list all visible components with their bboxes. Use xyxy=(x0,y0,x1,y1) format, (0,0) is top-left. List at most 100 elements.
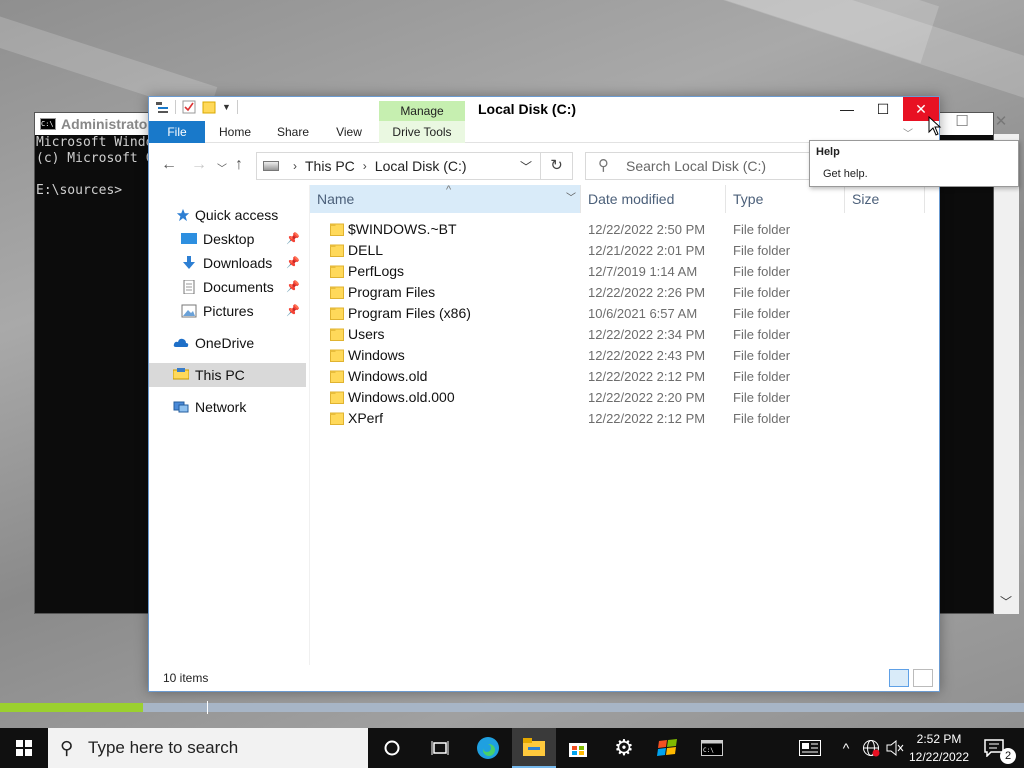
folder-icon xyxy=(330,391,344,404)
chevron-down-icon[interactable]: ﹀ xyxy=(566,185,576,213)
table-row[interactable]: Windows.old.000 12/22/2022 2:20 PM File fo… xyxy=(310,387,941,408)
pin-icon[interactable]: 📌 xyxy=(286,275,300,299)
new-folder-icon[interactable] xyxy=(202,100,216,114)
sidebar-item-downloads[interactable]: Downloads 📌 xyxy=(149,251,306,275)
cmd-scrollbar[interactable]: ﹀ xyxy=(994,134,1019,614)
chevron-up-icon: ^ xyxy=(842,740,850,756)
table-row[interactable]: PerfLogs 12/7/2019 1:14 AM File folder xyxy=(310,261,941,282)
refresh-button[interactable]: ↻ xyxy=(540,153,572,179)
pin-icon[interactable]: 📌 xyxy=(286,251,300,275)
volume-button[interactable] xyxy=(884,728,906,768)
task-view-button[interactable] xyxy=(418,728,462,768)
sidebar-item-this-pc[interactable]: This PC xyxy=(149,363,306,387)
back-button[interactable]: ← xyxy=(161,156,177,174)
taskbar-search-placeholder: Type here to search xyxy=(88,738,239,757)
sidebar-label: Pictures xyxy=(203,303,254,319)
expand-ribbon-icon[interactable]: ﹀ xyxy=(903,125,913,140)
file-name: Program Files xyxy=(348,284,436,300)
tab-file[interactable]: File xyxy=(149,121,205,143)
file-list[interactable]: ^ Name ﹀ Date modified Type Size $WINDOW… xyxy=(309,184,941,665)
sidebar-item-documents[interactable]: Documents 📌 xyxy=(149,275,306,299)
table-row[interactable]: XPerf 12/22/2022 2:12 PM File folder xyxy=(310,408,941,429)
pin-icon[interactable]: 📌 xyxy=(286,227,300,251)
tab-drive-tools[interactable]: Drive Tools xyxy=(379,121,465,143)
sidebar-item-desktop[interactable]: Desktop 📌 xyxy=(149,227,306,251)
breadcrumb-this-pc[interactable]: This PC xyxy=(305,158,355,174)
table-row[interactable]: Program Files (x86) 10/6/2021 6:57 AM File… xyxy=(310,303,941,324)
column-type[interactable]: Type xyxy=(726,185,845,213)
table-row[interactable]: $WINDOWS.~BT 12/22/2022 2:50 PM File folde… xyxy=(310,219,941,240)
desktop-icon xyxy=(181,233,197,244)
store-button[interactable] xyxy=(556,728,600,768)
task-view-icon xyxy=(431,741,449,755)
network-icon xyxy=(173,401,189,413)
properties-icon[interactable] xyxy=(155,100,169,114)
maximize-button[interactable]: ☐ xyxy=(865,97,901,121)
sidebar-label: Quick access xyxy=(195,207,279,223)
start-button[interactable] xyxy=(0,728,48,768)
file-name: Windows.old xyxy=(348,368,428,384)
up-button[interactable]: ↑ xyxy=(235,156,243,174)
settings-button[interactable]: ⚙ xyxy=(602,728,646,768)
table-row[interactable]: Windows.old 12/22/2022 2:12 PM File folder xyxy=(310,366,941,387)
file-name: Windows.old.000 xyxy=(348,389,455,405)
windows-setup-button[interactable] xyxy=(646,728,690,768)
minimize-button[interactable]: — xyxy=(829,97,865,121)
cortana-button[interactable] xyxy=(370,728,414,768)
table-row[interactable]: Program Files 12/22/2022 2:26 PM File fold… xyxy=(310,282,941,303)
edge-button[interactable] xyxy=(466,728,510,768)
taskbar-search-input[interactable]: ⚲ Type here to search xyxy=(48,728,368,768)
tab-manage[interactable]: Manage xyxy=(379,101,465,121)
folder-icon xyxy=(330,328,344,341)
column-name[interactable]: ^ Name ﹀ xyxy=(310,184,581,213)
sidebar-item-onedrive[interactable]: OneDrive xyxy=(149,331,306,355)
tab-view[interactable]: View xyxy=(329,121,369,143)
table-row[interactable]: Users 12/22/2022 2:34 PM File folder xyxy=(310,324,941,345)
pin-icon[interactable]: 📌 xyxy=(286,299,300,323)
show-hidden-icons-button[interactable]: ^ xyxy=(836,728,856,768)
sidebar-item-network[interactable]: Network xyxy=(149,395,306,419)
forward-button[interactable]: → xyxy=(191,156,207,174)
sidebar-item-quick-access[interactable]: Quick access xyxy=(149,203,306,227)
column-size[interactable]: Size xyxy=(845,185,925,213)
file-name: DELL xyxy=(348,242,384,258)
tab-home[interactable]: Home xyxy=(213,121,257,143)
folder-icon xyxy=(330,244,344,257)
chevron-down-icon[interactable]: ﹀ xyxy=(520,158,532,175)
setup-progress-bar xyxy=(0,701,1024,714)
breadcrumb-separator-icon[interactable]: › xyxy=(363,159,367,173)
column-date-modified[interactable]: Date modified xyxy=(581,185,726,213)
table-row[interactable]: DELL 12/21/2022 2:01 PM File folder xyxy=(310,240,941,261)
details-view-button[interactable] xyxy=(889,669,909,687)
terminal-icon: C:\ xyxy=(701,740,723,756)
large-icons-view-button[interactable] xyxy=(913,669,933,687)
cmd-output[interactable]: Microsoft Windo (c) Microsoft C E:\sourc… xyxy=(35,135,153,199)
explorer-titlebar[interactable]: ▼ Manage Local Disk (C:) — ☐ ✕ xyxy=(149,97,939,121)
search-input[interactable]: ⚲ Search Local Disk (C:) xyxy=(585,152,810,180)
breadcrumb-separator-icon[interactable]: › xyxy=(293,159,297,173)
news-button[interactable] xyxy=(796,728,824,768)
sidebar-label: Desktop xyxy=(203,231,255,247)
taskbar: ⚲ Type here to search ⚙ C:\ ^ 2:52 PM 12… xyxy=(0,728,1024,768)
cmd-maximize-button[interactable]: ☐ xyxy=(942,112,982,134)
command-prompt-button[interactable]: C:\ xyxy=(690,728,734,768)
notifications-button[interactable]: 2 xyxy=(978,728,1024,768)
address-bar[interactable]: › This PC › Local Disk (C:) ﹀ ↻ xyxy=(256,152,573,180)
checklist-icon[interactable] xyxy=(182,100,196,114)
sidebar-item-pictures[interactable]: Pictures 📌 xyxy=(149,299,306,323)
help-tooltip: Help Get help. xyxy=(809,140,1019,187)
progress-marker xyxy=(207,701,208,714)
file-explorer-button[interactable] xyxy=(512,728,556,768)
breadcrumb-local-disk[interactable]: Local Disk (C:) xyxy=(375,158,467,174)
sort-ascending-icon: ^ xyxy=(446,184,452,196)
table-row[interactable]: Windows 12/22/2022 2:43 PM File folder xyxy=(310,345,941,366)
chevron-down-icon[interactable]: ▼ xyxy=(222,102,231,112)
cmd-close-button[interactable]: ✕ xyxy=(981,112,1021,134)
clock[interactable]: 2:52 PM 12/22/2022 xyxy=(904,730,974,766)
file-type: File folder xyxy=(733,264,791,279)
file-name: $WINDOWS.~BT xyxy=(348,221,457,237)
tab-share[interactable]: Share xyxy=(271,121,315,143)
recent-locations-icon[interactable]: ﹀ xyxy=(217,160,227,175)
chevron-down-icon[interactable]: ﹀ xyxy=(1000,593,1012,610)
network-status-button[interactable] xyxy=(860,728,882,768)
